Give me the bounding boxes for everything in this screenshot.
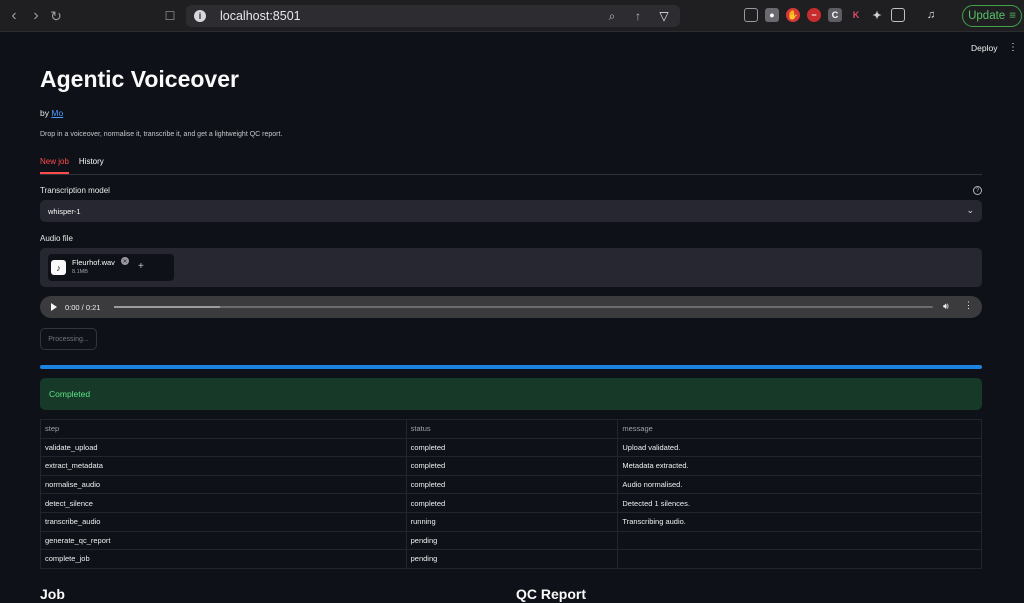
table-cell[interactable]: Metadata extracted. xyxy=(617,456,982,476)
reload-icon[interactable]: ↻ xyxy=(46,6,66,26)
c-extension-icon[interactable]: C xyxy=(828,8,842,22)
table-cell[interactable]: Upload validated. xyxy=(617,437,982,458)
chevron-down-icon: ⌄ xyxy=(966,205,974,215)
browser-toolbar: ‹ › ↻ ☐ i localhost:8501 ⌕ ↑ ▽ ● ✋ − C K… xyxy=(0,0,1024,32)
job-section-title: Job xyxy=(40,586,65,602)
status-alert: Completed xyxy=(40,378,982,410)
table-cell[interactable]: generate_qc_report xyxy=(40,530,407,551)
audio-file-icon: ♪ xyxy=(51,260,66,275)
playback-time: 0:00 / 0:21 xyxy=(65,302,101,312)
main-menu-icon[interactable]: ⋮ xyxy=(1008,42,1018,53)
table-header-row: step status message xyxy=(40,419,982,439)
file-size: 8.1MB xyxy=(72,269,88,275)
share-icon[interactable]: ↑ xyxy=(630,8,646,24)
hand-extension-icon[interactable]: ✋ xyxy=(786,8,800,22)
progress-bar xyxy=(40,365,982,369)
playback-slider[interactable] xyxy=(114,306,933,308)
extensions-bar: ● ✋ − C K ✦ ♫ xyxy=(744,8,938,22)
table-cell[interactable]: running xyxy=(405,511,619,532)
add-file-icon[interactable]: + xyxy=(138,261,144,272)
page-title: Agentic Voiceover xyxy=(40,66,239,92)
audio-label: Audio file xyxy=(40,234,73,243)
volume-icon[interactable]: 🔊︎ xyxy=(943,301,949,312)
steps-table: step status message validate_upload compl… xyxy=(40,419,982,569)
address-url: localhost:8501 xyxy=(220,9,301,23)
file-name: Fleurhof.wav xyxy=(72,258,115,267)
processing-button[interactable]: Processing... xyxy=(40,328,97,350)
uploaded-file-chip: ♪ Fleurhof.wav 8.1MB ✕ xyxy=(48,254,174,281)
table-cell[interactable]: Transcribing audio. xyxy=(617,511,982,532)
puzzle-icon[interactable]: ✦ xyxy=(870,8,884,22)
bookmark-icon[interactable]: ☐ xyxy=(160,6,180,26)
table-cell[interactable]: completed xyxy=(405,437,619,458)
table-cell[interactable] xyxy=(617,530,982,551)
table-cell[interactable]: detect_silence xyxy=(40,493,407,513)
table-row: extract_metadata completed Metadata extrac… xyxy=(40,456,982,476)
progress-fill xyxy=(40,365,982,369)
table-cell[interactable]: completed xyxy=(405,456,619,476)
camera-icon[interactable]: ● xyxy=(765,8,779,22)
back-icon[interactable]: ‹ xyxy=(4,6,24,26)
music-icon[interactable]: ♫ xyxy=(924,8,938,22)
table-cell[interactable] xyxy=(617,549,982,569)
brave-shield-icon[interactable]: ▽ xyxy=(656,8,672,24)
table-cell[interactable]: extract_metadata xyxy=(40,456,407,476)
table-row: transcribe_audio running Transcribing audi… xyxy=(40,511,982,532)
table-row: validate_upload completed Upload validated… xyxy=(40,437,982,458)
tab-history[interactable]: History xyxy=(79,157,104,174)
update-label: Update xyxy=(968,10,1006,22)
audio-player: 0:00 / 0:21 🔊︎ ⋮ xyxy=(40,296,982,318)
reader-icon[interactable] xyxy=(744,8,758,22)
column-header[interactable]: step xyxy=(40,419,407,439)
page-description: Drop in a voiceover, normalise it, trans… xyxy=(40,131,283,138)
screenshot-icon[interactable] xyxy=(891,8,905,22)
site-info-icon[interactable]: i xyxy=(194,10,206,22)
zoom-icon[interactable]: ⌕ xyxy=(604,8,620,24)
table-cell[interactable]: completed xyxy=(405,493,619,513)
column-header[interactable]: status xyxy=(405,419,619,439)
table-cell[interactable]: transcribe_audio xyxy=(40,511,407,532)
address-bar[interactable]: i localhost:8501 ⌕ ↑ ▽ xyxy=(186,5,680,27)
table-cell[interactable]: completed xyxy=(405,474,619,495)
byline: by Mo xyxy=(40,108,63,118)
table-cell[interactable]: complete_job xyxy=(40,549,407,569)
forward-icon[interactable]: › xyxy=(26,6,46,26)
remove-file-icon[interactable]: ✕ xyxy=(121,257,129,265)
playback-fill xyxy=(114,306,221,308)
file-uploader[interactable]: ♪ Fleurhof.wav 8.1MB ✕ + xyxy=(40,248,982,287)
model-value: whisper-1 xyxy=(48,206,81,216)
table-cell[interactable]: normalise_audio xyxy=(40,474,407,495)
menu-icon: ≡ xyxy=(1009,10,1016,22)
column-header[interactable]: message xyxy=(617,419,982,439)
deploy-button[interactable]: Deploy xyxy=(971,43,997,53)
block-extension-icon[interactable]: − xyxy=(807,8,821,22)
help-icon[interactable]: ? xyxy=(973,186,982,195)
table-row: complete_job pending xyxy=(40,549,982,569)
table-row: normalise_audio completed Audio normalised… xyxy=(40,474,982,495)
update-button[interactable]: Update ≡ xyxy=(962,5,1022,27)
author-link[interactable]: Mo xyxy=(51,108,63,118)
table-cell[interactable]: pending xyxy=(405,549,619,569)
table-cell[interactable]: validate_upload xyxy=(40,437,407,458)
tab-new-job[interactable]: New job xyxy=(40,157,69,174)
qc-report-section-title: QC Report xyxy=(516,586,586,602)
by-prefix: by xyxy=(40,108,49,118)
play-icon[interactable] xyxy=(51,303,57,311)
tab-bar: New job History xyxy=(40,157,982,175)
table-row: detect_silence completed Detected 1 silenc… xyxy=(40,493,982,513)
k-extension-icon[interactable]: K xyxy=(849,8,863,22)
player-menu-icon[interactable]: ⋮ xyxy=(964,300,973,311)
model-select[interactable]: whisper-1 ⌄ xyxy=(40,200,982,222)
table-cell[interactable]: pending xyxy=(405,530,619,551)
model-label: Transcription model xyxy=(40,186,110,195)
table-cell[interactable]: Audio normalised. xyxy=(617,474,982,495)
table-cell[interactable]: Detected 1 silences. xyxy=(617,493,982,513)
table-row: generate_qc_report pending xyxy=(40,530,982,551)
